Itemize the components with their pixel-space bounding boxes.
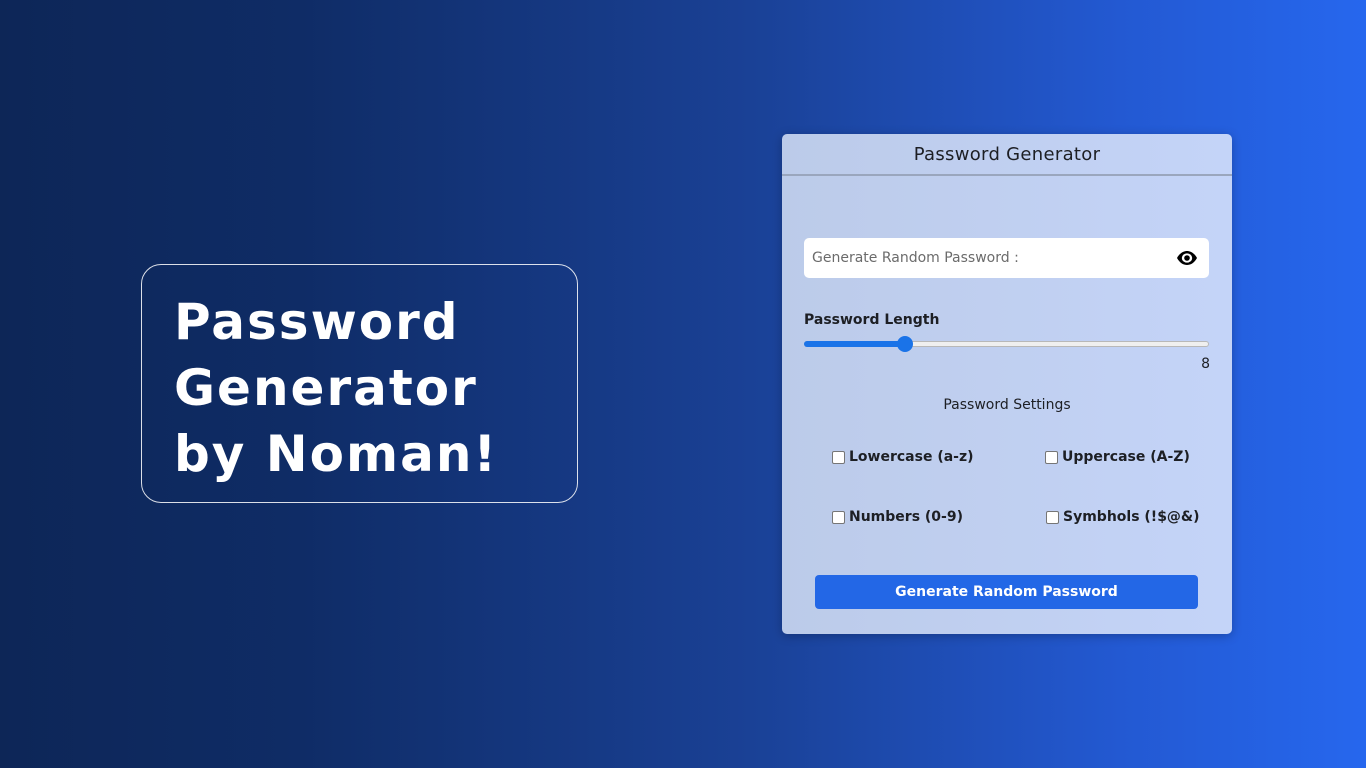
password-length-slider[interactable] bbox=[804, 336, 1209, 352]
uppercase-label: Uppercase (A-Z) bbox=[1062, 449, 1190, 465]
numbers-checkbox[interactable] bbox=[832, 510, 845, 524]
password-generator-card: Password Generator Password Length 8 Pas… bbox=[782, 134, 1232, 634]
slider-fill bbox=[804, 341, 905, 347]
password-length-value: 8 bbox=[1201, 356, 1210, 372]
card-title: Password Generator bbox=[913, 143, 1101, 165]
hero-title: Password Generator by Noman! bbox=[174, 293, 499, 483]
password-field bbox=[804, 238, 1209, 278]
slider-thumb[interactable] bbox=[897, 336, 913, 352]
option-numbers[interactable]: Numbers (0-9) bbox=[832, 509, 963, 525]
lowercase-checkbox[interactable] bbox=[832, 450, 845, 464]
option-uppercase[interactable]: Uppercase (A-Z) bbox=[1045, 449, 1190, 465]
eye-icon[interactable] bbox=[1175, 246, 1199, 270]
card-header: Password Generator bbox=[782, 134, 1232, 176]
password-input[interactable] bbox=[804, 238, 1175, 278]
symbols-label: Symbhols (!$@&) bbox=[1063, 509, 1200, 525]
uppercase-checkbox[interactable] bbox=[1045, 450, 1058, 464]
password-length-label: Password Length bbox=[804, 312, 940, 328]
password-settings-title: Password Settings bbox=[943, 397, 1071, 413]
option-symbols[interactable]: Symbhols (!$@&) bbox=[1046, 509, 1200, 525]
generate-password-button[interactable]: Generate Random Password bbox=[815, 575, 1198, 609]
hero-panel: Password Generator by Noman! bbox=[141, 264, 578, 503]
symbols-checkbox[interactable] bbox=[1046, 510, 1059, 524]
option-lowercase[interactable]: Lowercase (a-z) bbox=[832, 449, 974, 465]
lowercase-label: Lowercase (a-z) bbox=[849, 449, 974, 465]
numbers-label: Numbers (0-9) bbox=[849, 509, 963, 525]
